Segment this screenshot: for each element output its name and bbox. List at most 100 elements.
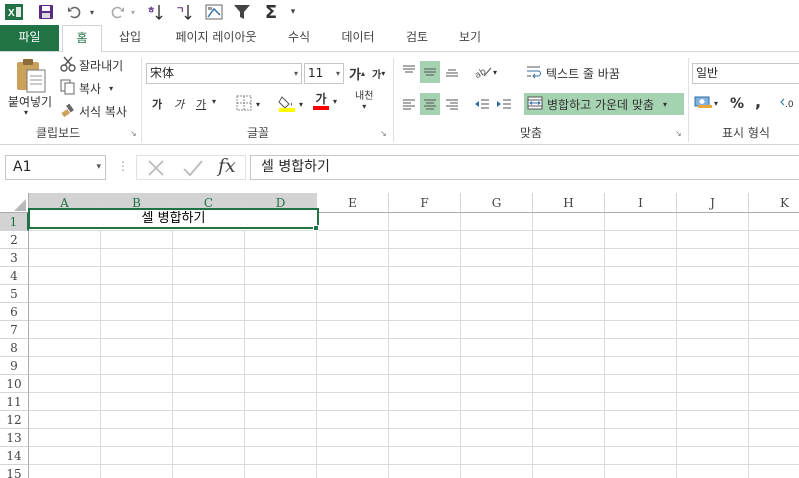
- format-painter-button[interactable]: 서식 복사: [60, 101, 127, 121]
- font-launcher-icon[interactable]: ↘: [380, 129, 387, 138]
- number-format-dropdown[interactable]: 일반: [692, 63, 799, 84]
- copy-button[interactable]: 복사 ▾: [60, 78, 113, 98]
- column-header-i[interactable]: I: [605, 193, 677, 213]
- row-header-7[interactable]: 7: [0, 321, 29, 339]
- clipboard-launcher-icon[interactable]: ↘: [130, 129, 137, 138]
- name-box[interactable]: A1 ▾: [5, 155, 106, 180]
- column-header-e[interactable]: E: [317, 193, 389, 213]
- orientation-dropdown-icon[interactable]: ▾: [493, 68, 497, 77]
- underline-dropdown-icon[interactable]: ▾: [212, 97, 216, 106]
- phonetic-button[interactable]: 내천 ▾: [355, 92, 373, 112]
- borders-dropdown-icon[interactable]: ▾: [256, 100, 260, 109]
- align-right-icon[interactable]: [442, 94, 462, 114]
- align-top-icon[interactable]: [399, 61, 419, 81]
- font-color-dropdown-icon[interactable]: ▾: [333, 97, 337, 106]
- tab-file[interactable]: 파일: [0, 25, 59, 51]
- tab-formulas[interactable]: 수식: [279, 25, 319, 51]
- merge-dropdown-icon[interactable]: ▾: [663, 100, 667, 109]
- column-header-j[interactable]: J: [677, 193, 749, 213]
- row-header-3[interactable]: 3: [0, 249, 29, 267]
- tab-insert[interactable]: 삽입: [108, 25, 152, 51]
- underline-button[interactable]: 가: [196, 96, 206, 112]
- paste-dropdown-icon[interactable]: ▾: [24, 108, 28, 117]
- column-header-h[interactable]: H: [533, 193, 605, 213]
- clipboard-group-label: 클립보드: [36, 126, 81, 140]
- borders-button[interactable]: ▾: [236, 95, 260, 114]
- row-header-5[interactable]: 5: [0, 285, 29, 303]
- italic-button[interactable]: 가: [174, 96, 184, 112]
- enter-check-icon[interactable]: [182, 158, 204, 181]
- select-all-corner[interactable]: [0, 193, 29, 213]
- align-middle-icon[interactable]: [420, 61, 440, 83]
- row-header-2[interactable]: 2: [0, 231, 29, 249]
- row-header-4[interactable]: 4: [0, 267, 29, 285]
- orientation-button[interactable]: ab ▾: [473, 64, 497, 81]
- align-left-icon[interactable]: [399, 94, 419, 114]
- copy-dropdown-icon[interactable]: ▾: [109, 84, 113, 93]
- tab-home[interactable]: 홈: [62, 25, 102, 52]
- tab-view[interactable]: 보기: [450, 25, 490, 51]
- row-header-14[interactable]: 14: [0, 447, 29, 465]
- bold-button[interactable]: 가: [152, 96, 162, 112]
- customize-qat-icon[interactable]: ▾: [287, 2, 299, 22]
- row-header-11[interactable]: 11: [0, 393, 29, 411]
- sort-ascending-icon[interactable]: ㅎ: [146, 2, 166, 22]
- wrap-text-button[interactable]: 텍스트 줄 바꿈: [526, 63, 620, 83]
- column-header-f[interactable]: F: [389, 193, 461, 213]
- increase-decimal-icon[interactable]: .0: [780, 96, 799, 110]
- group-divider: [688, 58, 689, 142]
- merged-cell-a1-d1[interactable]: 셀 병합하기: [28, 208, 319, 229]
- tab-page-layout[interactable]: 페이지 레이아웃: [160, 25, 272, 51]
- align-center-icon[interactable]: [420, 93, 440, 115]
- row-header-12[interactable]: 12: [0, 411, 29, 429]
- alignment-launcher-icon[interactable]: ↘: [675, 129, 682, 138]
- insert-function-button[interactable]: fx: [218, 155, 236, 177]
- redo-icon[interactable]: [106, 2, 128, 22]
- redo-dropdown-icon[interactable]: ▾: [128, 2, 138, 22]
- row-header-13[interactable]: 13: [0, 429, 29, 447]
- accounting-format-button[interactable]: ▾: [694, 95, 718, 112]
- row-header-10[interactable]: 10: [0, 375, 29, 393]
- percent-button[interactable]: %: [730, 96, 744, 112]
- undo-dropdown-icon[interactable]: ▾: [87, 2, 97, 22]
- align-bottom-icon[interactable]: [442, 61, 462, 81]
- cut-button[interactable]: 잘라내기: [60, 55, 123, 75]
- merge-center-button[interactable]: 병합하고 가운데 맞춤 ▾: [524, 93, 684, 115]
- paste-button[interactable]: 붙여넣기: [4, 93, 56, 109]
- autosum-icon[interactable]: Σ: [261, 2, 281, 23]
- font-size-dropdown[interactable]: 11 ▾: [304, 63, 344, 84]
- paste-icon[interactable]: [10, 57, 50, 95]
- accounting-dropdown-icon[interactable]: ▾: [714, 99, 718, 108]
- formula-input[interactable]: 셀 병합하기: [250, 155, 799, 180]
- grow-font-button[interactable]: 가 ▴: [349, 64, 365, 83]
- tab-data[interactable]: 데이터: [332, 25, 384, 51]
- fill-color-dropdown-icon[interactable]: ▾: [299, 100, 303, 109]
- row-header-9[interactable]: 9: [0, 357, 29, 375]
- font-color-button[interactable]: 가: [313, 93, 329, 110]
- formula-content: 셀 병합하기: [261, 159, 330, 175]
- comma-button[interactable]: ,: [755, 92, 761, 111]
- wrap-text-label: 텍스트 줄 바꿈: [546, 66, 620, 81]
- tab-review[interactable]: 검토: [396, 25, 438, 51]
- row-header-8[interactable]: 8: [0, 339, 29, 357]
- font-name-dropdown[interactable]: 宋体 ▾: [146, 63, 302, 84]
- form-icon[interactable]: [204, 2, 224, 22]
- fill-color-button[interactable]: ▾: [278, 94, 303, 115]
- gridline: [29, 428, 799, 429]
- row-header-6[interactable]: 6: [0, 303, 29, 321]
- filter-icon[interactable]: [232, 2, 252, 22]
- scissors-icon: [60, 56, 76, 75]
- cancel-icon[interactable]: [146, 158, 166, 181]
- sort-descending-icon[interactable]: ㄱ: [175, 2, 195, 22]
- decrease-indent-icon[interactable]: [472, 94, 492, 114]
- row-header-1[interactable]: 1: [0, 213, 29, 231]
- fill-handle[interactable]: [313, 225, 319, 231]
- ribbon-tabs: 파일 홈 삽입 페이지 레이아웃 수식 데이터 검토 보기: [0, 25, 799, 52]
- column-header-g[interactable]: G: [461, 193, 533, 213]
- save-icon[interactable]: [36, 2, 56, 22]
- shrink-font-button[interactable]: 가 ▾: [372, 66, 385, 81]
- increase-indent-icon[interactable]: [494, 94, 514, 114]
- undo-icon[interactable]: [64, 2, 86, 22]
- column-header-k[interactable]: K: [749, 193, 799, 213]
- row-header-15[interactable]: 15: [0, 465, 29, 478]
